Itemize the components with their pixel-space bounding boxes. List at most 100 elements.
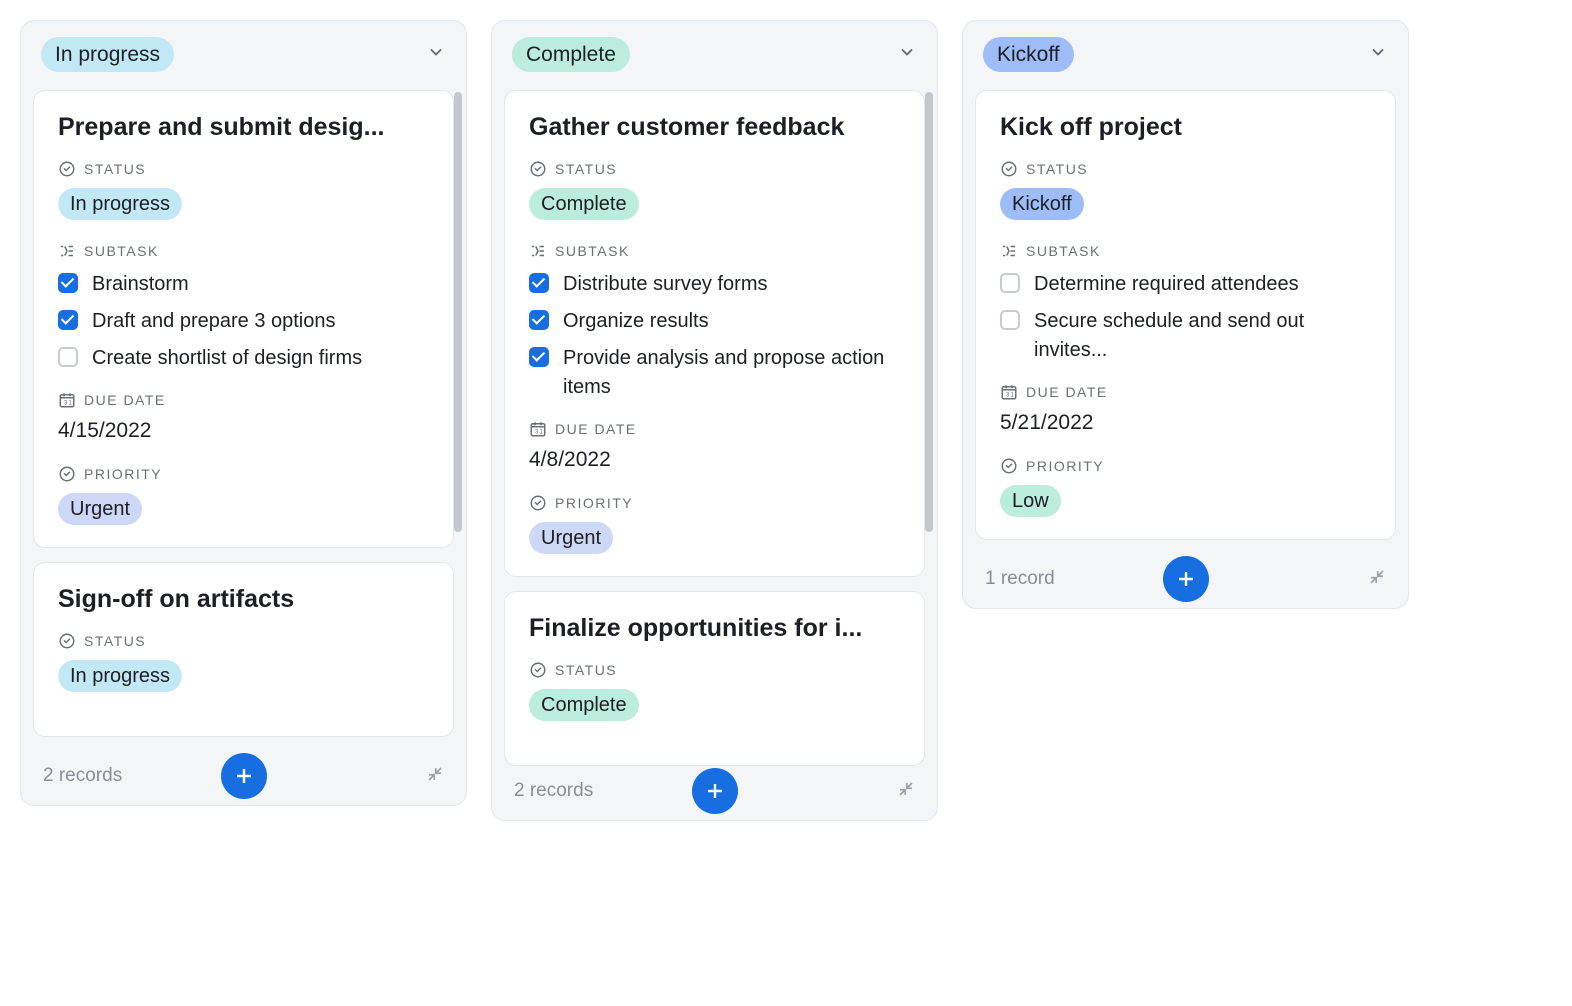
add-card-button[interactable] xyxy=(221,753,267,799)
card-title: Finalize opportunities for i... xyxy=(529,614,900,643)
field-label-duedate: 31 DUE DATE xyxy=(529,420,900,438)
field-label-status: STATUS xyxy=(529,661,900,679)
duedate-label-text: DUE DATE xyxy=(84,392,166,408)
subtask-text: Secure schedule and send out invites... xyxy=(1034,307,1371,365)
subtask-item[interactable]: Determine required attendees xyxy=(1000,270,1371,299)
checkbox-checked-icon[interactable] xyxy=(529,273,549,293)
kanban-board: In progress Prepare and submit desig... … xyxy=(20,20,1552,821)
priority-pill: Low xyxy=(1000,485,1061,517)
subtask-item[interactable]: Organize results xyxy=(529,307,900,336)
field-label-priority: PRIORITY xyxy=(1000,457,1371,475)
cards-scroll-wrap: Kick off project STATUS Kickoff SUBTASK … xyxy=(963,86,1408,554)
collapse-icon[interactable] xyxy=(426,765,444,788)
svg-text:31: 31 xyxy=(64,401,73,407)
duedate-label-text: DUE DATE xyxy=(1026,384,1108,400)
cards-list: Kick off project STATUS Kickoff SUBTASK … xyxy=(963,86,1408,540)
subtask-text: Draft and prepare 3 options xyxy=(92,307,336,336)
scrollbar[interactable] xyxy=(925,92,933,532)
field-label-status: STATUS xyxy=(58,160,429,178)
status-value: In progress xyxy=(58,660,429,692)
priority-label-text: PRIORITY xyxy=(555,495,633,511)
add-card-button[interactable] xyxy=(1163,556,1209,602)
card[interactable]: Gather customer feedback STATUS Complete… xyxy=(504,90,925,577)
field-label-status: STATUS xyxy=(1000,160,1371,178)
subtask-label-text: SUBTASK xyxy=(84,243,159,259)
column-in-progress: In progress Prepare and submit desig... … xyxy=(20,20,467,806)
subtask-item[interactable]: Secure schedule and send out invites... xyxy=(1000,307,1371,365)
column-title-tag[interactable]: Kickoff xyxy=(983,37,1074,72)
subtask-item[interactable]: Provide analysis and propose action item… xyxy=(529,344,900,402)
add-card-button[interactable] xyxy=(692,768,738,814)
due-date-value: 4/8/2022 xyxy=(529,448,900,472)
subtask-label-text: SUBTASK xyxy=(1026,243,1101,259)
field-label-priority: PRIORITY xyxy=(529,494,900,512)
card[interactable]: Prepare and submit desig... STATUS In pr… xyxy=(33,90,454,548)
card[interactable]: Finalize opportunities for i... STATUS C… xyxy=(504,591,925,766)
subtask-item[interactable]: Brainstorm xyxy=(58,270,429,299)
scrollbar[interactable] xyxy=(454,92,462,532)
card-title: Sign-off on artifacts xyxy=(58,585,429,614)
subtask-list: Brainstorm Draft and prepare 3 options C… xyxy=(58,270,429,373)
subtask-text: Provide analysis and propose action item… xyxy=(563,344,900,402)
column-title-tag[interactable]: Complete xyxy=(512,37,630,72)
checkbox-checked-icon[interactable] xyxy=(58,310,78,330)
column-header: In progress xyxy=(21,21,466,86)
priority-pill: Urgent xyxy=(529,522,613,554)
subtask-text: Create shortlist of design firms xyxy=(92,344,362,373)
status-value: Complete xyxy=(529,188,900,220)
status-pill: In progress xyxy=(58,660,182,692)
svg-text:31: 31 xyxy=(1006,393,1015,399)
chevron-down-icon[interactable] xyxy=(897,42,917,67)
column-footer: 2 records xyxy=(21,751,466,805)
subtask-item[interactable]: Distribute survey forms xyxy=(529,270,900,299)
chevron-down-icon[interactable] xyxy=(1368,42,1388,67)
checkbox-checked-icon[interactable] xyxy=(58,273,78,293)
record-count: 2 records xyxy=(43,765,122,787)
svg-text:31: 31 xyxy=(535,430,544,436)
cards-list: Gather customer feedback STATUS Complete… xyxy=(492,86,937,766)
card[interactable]: Kick off project STATUS Kickoff SUBTASK … xyxy=(975,90,1396,540)
field-label-priority: PRIORITY xyxy=(58,465,429,483)
status-pill: Kickoff xyxy=(1000,188,1084,220)
priority-pill: Urgent xyxy=(58,493,142,525)
checkbox-checked-icon[interactable] xyxy=(529,347,549,367)
collapse-icon[interactable] xyxy=(1368,568,1386,591)
status-value: Kickoff xyxy=(1000,188,1371,220)
subtask-item[interactable]: Draft and prepare 3 options xyxy=(58,307,429,336)
cards-scroll-wrap: Prepare and submit desig... STATUS In pr… xyxy=(21,86,466,751)
column-title-tag[interactable]: In progress xyxy=(41,37,174,72)
checkbox-unchecked-icon[interactable] xyxy=(1000,273,1020,293)
card-title: Kick off project xyxy=(1000,113,1371,142)
card[interactable]: Sign-off on artifacts STATUS In progress xyxy=(33,562,454,737)
status-label-text: STATUS xyxy=(555,161,617,177)
checkbox-unchecked-icon[interactable] xyxy=(1000,310,1020,330)
field-label-subtask: SUBTASK xyxy=(58,242,429,260)
status-pill: Complete xyxy=(529,188,639,220)
status-label-text: STATUS xyxy=(1026,161,1088,177)
duedate-label-text: DUE DATE xyxy=(555,421,637,437)
chevron-down-icon[interactable] xyxy=(426,42,446,67)
column-kickoff: Kickoff Kick off project STATUS Kickoff xyxy=(962,20,1409,609)
field-label-status: STATUS xyxy=(58,632,429,650)
subtask-text: Organize results xyxy=(563,307,709,336)
subtask-item[interactable]: Create shortlist of design firms xyxy=(58,344,429,373)
field-label-subtask: SUBTASK xyxy=(1000,242,1371,260)
priority-value: Urgent xyxy=(529,522,900,554)
field-label-subtask: SUBTASK xyxy=(529,242,900,260)
collapse-icon[interactable] xyxy=(897,780,915,803)
subtask-label-text: SUBTASK xyxy=(555,243,630,259)
subtask-list: Distribute survey forms Organize results… xyxy=(529,270,900,402)
status-pill: In progress xyxy=(58,188,182,220)
field-label-status: STATUS xyxy=(529,160,900,178)
checkbox-unchecked-icon[interactable] xyxy=(58,347,78,367)
cards-scroll-wrap: Gather customer feedback STATUS Complete… xyxy=(492,86,937,766)
due-date-value: 4/15/2022 xyxy=(58,419,429,443)
status-value: In progress xyxy=(58,188,429,220)
column-header: Complete xyxy=(492,21,937,86)
card-title: Prepare and submit desig... xyxy=(58,113,429,142)
checkbox-checked-icon[interactable] xyxy=(529,310,549,330)
subtask-text: Determine required attendees xyxy=(1034,270,1299,299)
column-header: Kickoff xyxy=(963,21,1408,86)
due-date-value: 5/21/2022 xyxy=(1000,411,1371,435)
subtask-text: Distribute survey forms xyxy=(563,270,768,299)
